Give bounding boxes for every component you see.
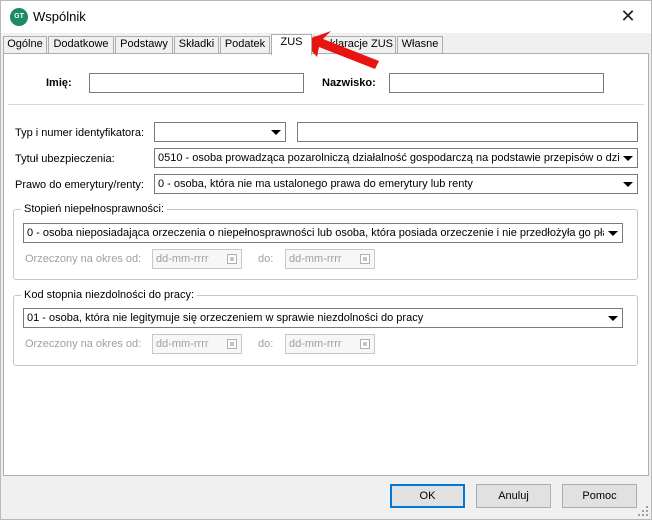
chevron-down-icon: [608, 231, 618, 236]
insurance-title-dropdown[interactable]: 0510 - osoba prowadząca pozarolniczą dzi…: [154, 148, 638, 168]
last-name-field[interactable]: [389, 73, 604, 93]
first-name-label: Imię:: [46, 77, 72, 89]
separator: [8, 104, 644, 105]
pension-right-dropdown[interactable]: 0 - osoba, która nie ma ustalonego prawa…: [154, 174, 638, 194]
tab-ogolne[interactable]: Ogólne: [3, 36, 47, 53]
chevron-down-icon: [623, 182, 633, 187]
disability-to-date[interactable]: dd-mm-rrrr: [285, 249, 375, 269]
pension-right-label: Prawo do emerytury/renty:: [15, 179, 144, 191]
cancel-button[interactable]: Anuluj: [476, 484, 551, 508]
tab-wlasne[interactable]: Własne: [397, 36, 443, 53]
incapacity-to-date[interactable]: dd-mm-rrrr: [285, 334, 375, 354]
ok-button[interactable]: OK: [390, 484, 465, 508]
tab-podatek[interactable]: Podatek: [220, 36, 270, 53]
dialog-window: GT Wspólnik ✕ Ogólne Dodatkowe Podstawy …: [0, 0, 652, 520]
incapacity-group: [13, 295, 638, 366]
disability-to-label: do:: [258, 253, 274, 265]
incapacity-period-label: Orzeczony na okres od:: [25, 338, 142, 350]
chevron-down-icon: [623, 156, 633, 161]
calendar-icon: [360, 339, 370, 349]
id-type-dropdown[interactable]: [154, 122, 286, 142]
disability-group: [13, 209, 638, 280]
disability-from-date[interactable]: dd-mm-rrrr: [152, 249, 242, 269]
disability-period-label: Orzeczony na okres od:: [25, 253, 142, 265]
tab-skladki[interactable]: Składki: [174, 36, 219, 53]
first-name-field[interactable]: [89, 73, 304, 93]
tab-podstawy[interactable]: Podstawy: [115, 36, 173, 53]
incapacity-code-dropdown[interactable]: 01 - osoba, która nie legitymuje się orz…: [23, 308, 623, 328]
help-button[interactable]: Pomoc: [562, 484, 637, 508]
id-type-label: Typ i numer identyfikatora:: [15, 127, 145, 139]
title-bar: GT Wspólnik ✕: [1, 1, 651, 33]
tab-zus[interactable]: ZUS: [271, 34, 312, 55]
tab-dodatkowe[interactable]: Dodatkowe: [48, 36, 114, 53]
app-logo-icon: GT: [10, 8, 28, 26]
chevron-down-icon: [608, 316, 618, 321]
close-icon: ✕: [620, 6, 636, 26]
id-number-field[interactable]: [297, 122, 638, 142]
window-title: Wspólnik: [33, 9, 86, 24]
insurance-title-label: Tytuł ubezpieczenia:: [15, 153, 115, 165]
arrow-annotation: [303, 31, 379, 69]
disability-group-title: Stopień niepełnosprawności:: [21, 203, 168, 216]
calendar-icon: [360, 254, 370, 264]
incapacity-group-title: Kod stopnia niezdolności do pracy:: [21, 289, 197, 302]
close-button[interactable]: ✕: [605, 1, 651, 33]
last-name-label: Nazwisko:: [322, 77, 376, 89]
incapacity-to-label: do:: [258, 338, 274, 350]
calendar-icon: [227, 254, 237, 264]
tab-page-zus: Imię: Nazwisko: Typ i numer identyfikato…: [3, 53, 649, 476]
disability-degree-dropdown[interactable]: 0 - osoba nieposiadająca orzeczenia o ni…: [23, 223, 623, 243]
chevron-down-icon: [271, 130, 281, 135]
incapacity-from-date[interactable]: dd-mm-rrrr: [152, 334, 242, 354]
calendar-icon: [227, 339, 237, 349]
resize-grip-icon[interactable]: [638, 506, 648, 516]
